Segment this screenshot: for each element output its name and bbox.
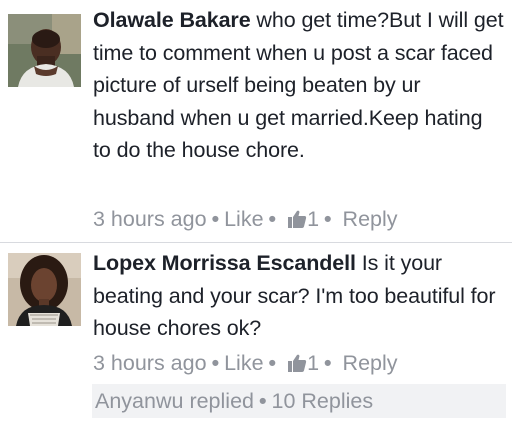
separator-dot: • (211, 207, 220, 231)
separator-dot: • (258, 389, 267, 413)
separator-dot: • (268, 207, 277, 231)
avatar[interactable] (8, 253, 81, 326)
like-count[interactable]: 1 (307, 351, 319, 375)
comment-meta: 3 hours ago • Like • 1 • Reply (93, 348, 398, 381)
replies-count: 10 Replies (271, 389, 374, 413)
comment-meta: 3 hours ago • Like • 1 • Reply (93, 204, 398, 237)
comment-author[interactable]: Lopex Morrissa Escandell (93, 251, 356, 275)
comment-content: Lopex Morrissa Escandell Is it your beat… (93, 247, 505, 345)
separator-dot: • (324, 351, 332, 375)
thumbs-up-icon[interactable] (287, 351, 307, 381)
reply-link[interactable]: Reply (343, 351, 398, 375)
like-count[interactable]: 1 (307, 207, 319, 231)
like-link[interactable]: Like (224, 207, 263, 231)
separator-dot: • (324, 207, 332, 231)
male-avatar-photo (8, 14, 81, 87)
comment-time[interactable]: 3 hours ago (93, 207, 207, 231)
comment-time[interactable]: 3 hours ago (93, 351, 207, 375)
view-replies-link[interactable]: Anyanwu replied • 10 Replies (92, 384, 506, 418)
replier-name: Anyanwu (95, 389, 184, 413)
comment-author[interactable]: Olawale Bakare (93, 8, 251, 32)
avatar[interactable] (8, 14, 81, 87)
comment-item: Olawale Bakare who get time?But I will g… (0, 0, 512, 242)
separator-dot: • (268, 351, 277, 375)
reply-link[interactable]: Reply (343, 207, 398, 231)
thumbs-up-icon[interactable] (287, 207, 307, 237)
separator-dot: • (211, 351, 220, 375)
comment-item: Lopex Morrissa Escandell Is it your beat… (0, 243, 512, 421)
replied-label: replied (189, 389, 254, 413)
like-link[interactable]: Like (224, 351, 263, 375)
comment-content: Olawale Bakare who get time?But I will g… (93, 4, 505, 167)
female-avatar-photo (8, 253, 81, 326)
